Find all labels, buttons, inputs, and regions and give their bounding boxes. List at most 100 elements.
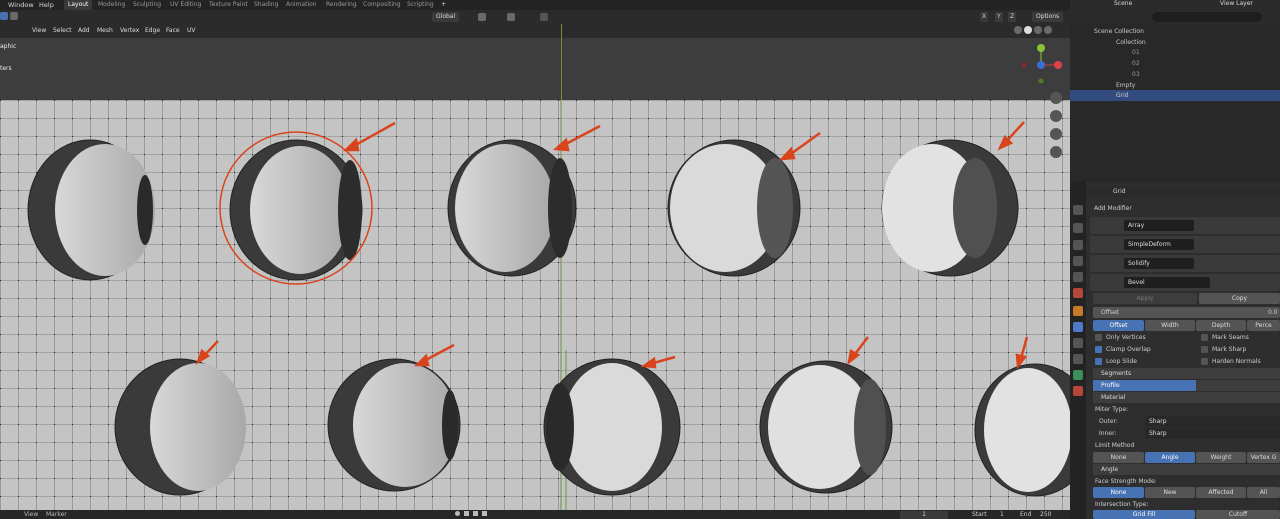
- apply-button[interactable]: Apply: [1093, 293, 1197, 304]
- navigation-gizmo[interactable]: [1018, 40, 1064, 90]
- loop-slide-checkbox[interactable]: Loop Slide: [1095, 356, 1137, 367]
- inner-dropdown[interactable]: Sharp: [1145, 428, 1280, 439]
- data-tab-icon[interactable]: [1073, 370, 1083, 380]
- object-tab-icon[interactable]: [1073, 306, 1083, 316]
- 3d-viewport[interactable]: [0, 100, 1070, 510]
- modifier-solidify-name[interactable]: Solidify: [1124, 258, 1194, 269]
- viewport-menu-select[interactable]: Select: [53, 26, 72, 36]
- segments-field[interactable]: Segments: [1093, 368, 1280, 379]
- edge-select-icon[interactable]: [10, 12, 18, 20]
- outliner-scene-collection[interactable]: Scene Collection: [1070, 26, 1280, 37]
- viewport-menu-uv[interactable]: UV: [187, 26, 196, 36]
- harden-normals-checkbox[interactable]: Harden Normals: [1201, 356, 1261, 367]
- viewport-menu-vertex[interactable]: Vertex: [120, 26, 139, 36]
- object-name[interactable]: Grid: [1113, 187, 1126, 197]
- modifier-array-name[interactable]: Array: [1124, 220, 1194, 231]
- material-shading-icon[interactable]: [1034, 26, 1042, 34]
- mirror-y-button[interactable]: Y: [995, 12, 1003, 22]
- tool-tab-icon[interactable]: [1073, 205, 1083, 215]
- offset-field[interactable]: [1093, 307, 1280, 318]
- angle-field[interactable]: Angle: [1093, 464, 1280, 475]
- material-field[interactable]: Material: [1093, 392, 1280, 403]
- gizmo-x-axis[interactable]: [1054, 61, 1062, 69]
- record-icon[interactable]: [455, 511, 460, 516]
- mark-sharp-checkbox[interactable]: Mark Sharp: [1201, 344, 1246, 355]
- view-layer-name[interactable]: View Layer: [1220, 0, 1253, 8]
- options-dropdown[interactable]: Options: [1032, 12, 1064, 22]
- limit-vertex-group[interactable]: Vertex G: [1247, 452, 1280, 463]
- tab-scripting[interactable]: Scripting: [407, 0, 434, 10]
- zoom-icon[interactable]: [1050, 92, 1062, 104]
- grid-view-icon[interactable]: [1050, 146, 1062, 158]
- camera-icon[interactable]: [1050, 128, 1062, 140]
- hand-pan-icon[interactable]: [1050, 110, 1062, 122]
- select-mode-buttons[interactable]: [0, 12, 24, 22]
- jump-start-icon[interactable]: [464, 511, 469, 516]
- loop-slide-box[interactable]: [1095, 358, 1102, 365]
- limit-angle[interactable]: Angle: [1145, 452, 1195, 463]
- tab-sculpting[interactable]: Sculpting: [133, 0, 161, 10]
- outliner-item-01[interactable]: 01: [1070, 47, 1280, 58]
- mirror-x-button[interactable]: X: [980, 12, 989, 22]
- modifier-bevel-name[interactable]: Bevel: [1124, 277, 1210, 288]
- gizmo-neg-y[interactable]: [1038, 78, 1044, 84]
- width-type-depth[interactable]: Depth: [1196, 320, 1246, 331]
- playback-controls[interactable]: [455, 511, 487, 516]
- viewport-menu-mesh[interactable]: Mesh: [97, 26, 113, 36]
- mark-seams-checkbox[interactable]: Mark Seams: [1201, 332, 1249, 343]
- clamp-overlap-checkbox[interactable]: Clamp Overlap: [1095, 344, 1151, 355]
- timeline-view-menu[interactable]: View: [24, 511, 38, 518]
- only-vertices-box[interactable]: [1095, 334, 1102, 341]
- face-strength-new[interactable]: New: [1145, 487, 1195, 498]
- intersection-cutoff[interactable]: Cutoff: [1196, 510, 1280, 519]
- proportional-edit-icon[interactable]: [540, 13, 548, 21]
- width-type-width[interactable]: Width: [1145, 320, 1195, 331]
- limit-weight[interactable]: Weight: [1196, 452, 1246, 463]
- play-icon[interactable]: [473, 511, 478, 516]
- outliner-item-02[interactable]: 02: [1070, 58, 1280, 69]
- snap-icon[interactable]: [507, 13, 515, 21]
- output-tab-icon[interactable]: [1073, 240, 1083, 250]
- wireframe-shading-icon[interactable]: [1014, 26, 1022, 34]
- clamp-overlap-box[interactable]: [1095, 346, 1102, 353]
- profile-field[interactable]: Profile: [1093, 380, 1196, 391]
- gizmo-y-axis[interactable]: [1037, 44, 1045, 52]
- jump-end-icon[interactable]: [482, 511, 487, 516]
- scene-name[interactable]: Scene: [1114, 0, 1132, 8]
- modifier-simpledeform-name[interactable]: SimpleDeform: [1124, 239, 1194, 250]
- width-type-offset[interactable]: Offset: [1093, 320, 1144, 331]
- mesh-render[interactable]: [0, 100, 1070, 510]
- width-type-percent[interactable]: Perce: [1247, 320, 1280, 331]
- face-strength-none[interactable]: None: [1093, 487, 1144, 498]
- gizmo-z-axis[interactable]: [1037, 61, 1045, 69]
- vertex-select-icon[interactable]: [0, 12, 8, 20]
- limit-none[interactable]: None: [1093, 452, 1144, 463]
- viewport-menu-face[interactable]: Face: [166, 26, 180, 36]
- material-tab-icon[interactable]: [1073, 386, 1083, 396]
- viewport-menu-add[interactable]: Add: [78, 26, 90, 36]
- tab-rendering[interactable]: Rendering: [326, 0, 357, 10]
- intersection-grid-fill[interactable]: Grid Fill: [1093, 510, 1195, 519]
- menu-window[interactable]: Window: [8, 0, 34, 10]
- outliner-search-input[interactable]: [1152, 12, 1262, 22]
- tab-animation[interactable]: Animation: [286, 0, 317, 10]
- tab-uv-editing[interactable]: UV Editing: [170, 0, 201, 10]
- start-frame-field[interactable]: 1: [1000, 511, 1004, 518]
- viewport-nav-tools[interactable]: [1050, 92, 1062, 158]
- tab-layout[interactable]: Layout: [64, 0, 93, 10]
- tab-modeling[interactable]: Modeling: [98, 0, 125, 10]
- render-tab-icon[interactable]: [1073, 223, 1083, 233]
- current-frame-field[interactable]: 1: [900, 511, 948, 519]
- viewport-menu-edge[interactable]: Edge: [145, 26, 160, 36]
- timeline-marker-menu[interactable]: Marker: [46, 511, 67, 518]
- copy-button[interactable]: Copy: [1199, 293, 1280, 304]
- tab-shading[interactable]: Shading: [254, 0, 278, 10]
- shading-buttons[interactable]: [1014, 26, 1052, 34]
- mark-sharp-box[interactable]: [1201, 346, 1208, 353]
- gizmo-neg-x[interactable]: [1021, 62, 1027, 68]
- modifier-tab-icon[interactable]: [1073, 322, 1083, 332]
- tab-compositing[interactable]: Compositing: [363, 0, 401, 10]
- menu-help[interactable]: Help: [39, 0, 54, 10]
- face-strength-all[interactable]: All: [1247, 487, 1280, 498]
- end-frame-field[interactable]: 250: [1040, 511, 1051, 518]
